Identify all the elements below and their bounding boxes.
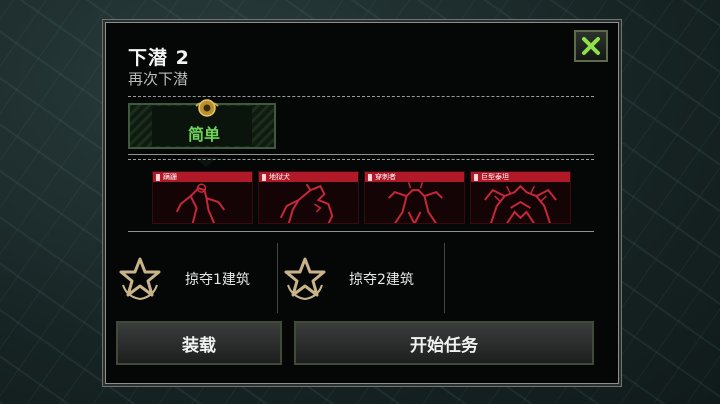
divider-dashed <box>128 159 594 160</box>
enemy-marker <box>474 173 478 181</box>
close-button[interactable] <box>574 30 608 62</box>
close-x-icon <box>582 37 600 55</box>
enemy-header: 地狱犬 <box>259 172 358 182</box>
task-label: 掠夺1建筑 <box>185 272 250 288</box>
loadout-button[interactable]: 装载 <box>116 321 282 365</box>
medal-icon <box>195 99 219 117</box>
dialog-subtitle: 再次下潜 <box>128 70 189 88</box>
enemy-marker <box>368 173 372 181</box>
dialog-title: 下潜 2 <box>128 47 190 69</box>
enemy-marker <box>262 173 266 181</box>
enemy-card[interactable]: 蹒跚 <box>152 171 253 224</box>
enemy-name: 巨型泰坦 <box>481 173 509 181</box>
titan-icon <box>484 184 557 223</box>
impaler-icon <box>388 182 443 223</box>
section-divider <box>128 231 594 232</box>
zombie-walker-icon <box>175 183 226 223</box>
hellhound-icon <box>279 183 334 223</box>
enemy-card[interactable]: 巨型泰坦 <box>470 171 571 224</box>
enemy-card[interactable]: 地狱犬 <box>258 171 359 224</box>
divider-line <box>128 154 594 155</box>
enemy-name: 穿刺者 <box>375 173 396 181</box>
task-label: 掠夺2建筑 <box>349 272 414 288</box>
start-mission-button[interactable]: 开始任务 <box>294 321 594 365</box>
enemy-header: 穿刺者 <box>365 172 464 182</box>
column-divider <box>277 243 278 313</box>
star-wreath-icon <box>284 257 326 301</box>
mission-dialog: 下潜 2 再次下潜 简单 蹒跚 地狱犬 穿刺者 巨型泰坦 掠夺1建筑 掠夺2建筑… <box>105 22 619 384</box>
enemy-marker <box>156 173 160 181</box>
difficulty-label: 简单 <box>187 125 220 144</box>
enemy-header: 巨型泰坦 <box>471 172 570 182</box>
star-wreath-icon <box>119 257 161 301</box>
enemy-name: 地狱犬 <box>269 173 290 181</box>
enemy-name: 蹒跚 <box>163 173 177 181</box>
column-divider <box>444 243 445 313</box>
enemy-header: 蹒跚 <box>153 172 252 182</box>
enemy-card[interactable]: 穿刺者 <box>364 171 465 224</box>
